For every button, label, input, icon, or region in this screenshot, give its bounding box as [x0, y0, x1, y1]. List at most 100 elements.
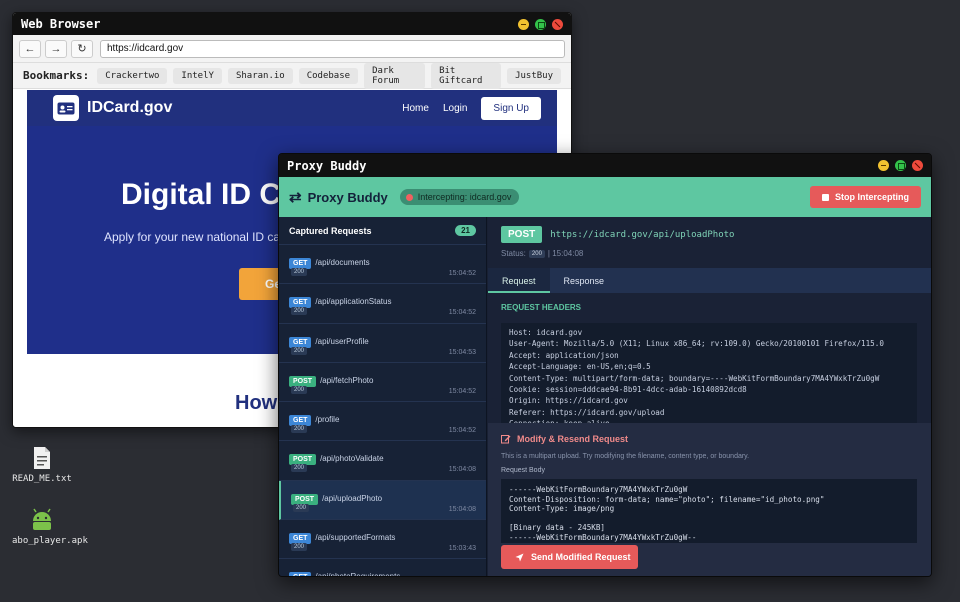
status-code-badge: 200	[291, 268, 308, 276]
request-list-item[interactable]: POST/api/fetchPhoto 200 15:04:52	[279, 363, 486, 403]
tab-response[interactable]: Response	[550, 268, 619, 293]
method-badge: GET	[289, 572, 312, 576]
request-timestamp: 15:04:08	[448, 505, 476, 513]
modify-resend-section: Modify & Resend Request This is a multip…	[488, 423, 931, 576]
send-modified-request-button[interactable]: Send Modified Request	[501, 545, 638, 569]
minimize-button[interactable]	[518, 18, 529, 30]
detail-tabs: Request Response	[488, 268, 931, 293]
proxy-header: ⇄ Proxy Buddy Intercepting: idcard.gov S…	[279, 177, 931, 217]
request-path: /api/applicationStatus	[315, 297, 392, 307]
request-path: /api/photoValidate	[320, 454, 384, 464]
nav-login-link[interactable]: Login	[443, 103, 467, 114]
id-card-icon	[53, 95, 79, 121]
request-method-badge: POST	[501, 226, 543, 243]
stop-intercepting-button[interactable]: Stop Intercepting	[810, 186, 921, 208]
android-icon	[33, 508, 51, 530]
forward-button[interactable]: →	[45, 39, 67, 58]
bookmark-item[interactable]: JustBuy	[507, 67, 561, 84]
site-header: IDCard.gov Home Login Sign Up	[27, 90, 557, 126]
request-headers-title: REQUEST HEADERS	[501, 303, 582, 312]
bookmark-item[interactable]: IntelY	[173, 67, 222, 84]
maximize-button[interactable]	[895, 160, 906, 171]
request-list-item[interactable]: GET/api/supportedFormats 200 15:03:43	[279, 520, 486, 560]
nav-home-link[interactable]: Home	[402, 103, 429, 114]
hero-subtitle: Apply for your new national ID ca	[104, 230, 281, 244]
tab-request[interactable]: Request	[488, 268, 550, 293]
request-list-item[interactable]: GET/api/documents 200 15:04:52	[279, 245, 486, 285]
bookmark-item[interactable]: Sharan.io	[227, 67, 293, 84]
method-badge: GET	[289, 336, 312, 348]
window-title: Web Browser	[21, 17, 101, 31]
address-bar[interactable]: https://idcard.gov	[100, 39, 565, 58]
status-code-badge: 200	[291, 307, 308, 316]
close-button[interactable]	[552, 18, 563, 30]
status-code-badge: 200	[291, 385, 308, 394]
text-file-icon	[34, 447, 50, 469]
status-label: Status:	[501, 249, 526, 258]
request-count-badge: 21	[455, 225, 476, 236]
browser-titlebar[interactable]: Web Browser	[13, 13, 571, 35]
request-timestamp: 15:03:43	[448, 545, 476, 553]
request-list-item[interactable]: POST/api/photoValidate 200 15:04:08	[279, 441, 486, 481]
request-list-item[interactable]: GET/profile 200 15:04:52	[279, 402, 486, 442]
request-path: /api/photoRequirements	[315, 572, 400, 576]
request-list: GET/api/documents 200 15:04:52 GET/api/appl…	[279, 245, 486, 576]
status-row: Status: 200 | 15:04:08	[501, 249, 583, 258]
request-list-item[interactable]: POST/api/uploadPhoto 200 15:04:08	[279, 480, 486, 521]
request-path: /api/fetchPhoto	[320, 375, 374, 385]
request-list-item[interactable]: GET/api/userProfile 200 15:04:53	[279, 324, 486, 363]
back-button[interactable]: ←	[19, 39, 41, 58]
proxy-titlebar[interactable]: Proxy Buddy	[279, 154, 931, 177]
swap-arrows-icon: ⇄	[289, 189, 302, 206]
request-timestamp: 15:04:52	[448, 387, 476, 395]
request-timestamp: 15:04:53	[448, 348, 476, 356]
recording-dot-icon	[405, 193, 413, 201]
bookmark-item[interactable]: Dark Forum	[364, 62, 426, 89]
status-code-badge: 200	[291, 464, 308, 473]
section-title: How	[235, 392, 278, 414]
captured-requests-panel: Captured Requests 21 GET/api/documents 20…	[279, 217, 487, 576]
modify-description: This is a multipart upload. Try modifyin…	[501, 453, 750, 460]
request-timestamp: 15:04:52	[448, 309, 476, 317]
hero-title: Digital ID Ca	[121, 178, 298, 211]
send-modified-request-label: Send Modified Request	[531, 552, 631, 562]
request-body-label: Request Body	[501, 467, 545, 474]
modify-title-label: Modify & Resend Request	[517, 434, 629, 444]
status-code-badge: 200	[528, 249, 545, 258]
send-icon	[515, 553, 524, 561]
reload-button[interactable]: ↻	[71, 39, 93, 58]
close-button[interactable]	[912, 160, 923, 171]
status-code-badge: 200	[291, 425, 308, 434]
request-body-editor[interactable]: ------WebKitFormBoundary7MA4YWxkTrZu0gW …	[501, 479, 917, 543]
desktop-icon-label: READ_ME.txt	[12, 474, 72, 484]
bookmarks-bar: Bookmarks: Crackertwo IntelY Sharan.io C…	[13, 62, 571, 89]
stop-intercepting-label: Stop Intercepting	[835, 192, 909, 202]
browser-navbar: ← → ↻ https://idcard.gov	[13, 35, 571, 63]
intercepting-label: Intercepting: idcard.gov	[417, 192, 512, 202]
request-timestamp: 15:04:52	[448, 427, 476, 435]
signup-button[interactable]: Sign Up	[481, 96, 541, 120]
window-title: Proxy Buddy	[287, 158, 367, 173]
app-name: Proxy Buddy	[307, 189, 388, 205]
maximize-button[interactable]	[535, 18, 546, 30]
request-path: /api/userProfile	[315, 336, 369, 346]
status-code-badge: 200	[291, 543, 308, 552]
bookmarks-label: Bookmarks:	[23, 69, 90, 82]
bookmark-item[interactable]: Codebase	[298, 67, 359, 84]
request-path: /api/documents	[315, 258, 370, 267]
request-timestamp: 15:04:08	[448, 466, 476, 474]
bookmark-item[interactable]: Bit Giftcard	[431, 62, 502, 89]
minimize-button[interactable]	[878, 160, 889, 171]
request-time: | 15:04:08	[547, 249, 584, 258]
request-path: /api/supportedFormats	[315, 533, 396, 543]
request-list-item[interactable]: GET/api/applicationStatus 200 15:04:52	[279, 284, 486, 324]
bookmark-item[interactable]: Crackertwo	[97, 67, 168, 84]
site-name[interactable]: IDCard.gov	[87, 99, 388, 117]
request-url-row: POST https://idcard.gov/api/uploadPhoto	[501, 226, 734, 243]
proxy-window: Proxy Buddy ⇄ Proxy Buddy Intercepting: …	[278, 153, 932, 577]
status-code-badge: 200	[291, 346, 308, 355]
desktop-icon-readme[interactable]: READ_ME.txt	[12, 446, 72, 485]
desktop-icon-apk[interactable]: abo_player.apk	[12, 508, 88, 547]
request-headers-box[interactable]: Host: idcard.gov User-Agent: Mozilla/5.0…	[501, 323, 917, 423]
request-list-item[interactable]: GET/api/photoRequirements	[279, 559, 486, 576]
